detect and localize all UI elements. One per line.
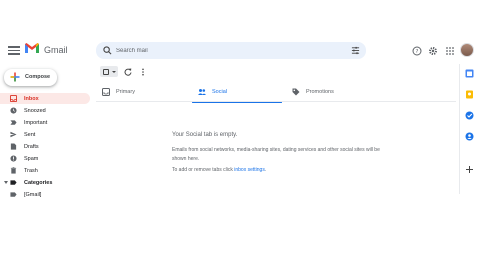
sidebar-item-inbox[interactable]: Inbox [0,93,90,104]
sidebar-item-label: Spam [24,155,39,162]
sidebar-item-drafts[interactable]: Drafts [0,141,90,152]
tab-primary[interactable]: Primary [96,82,186,102]
keep-icon[interactable] [465,90,474,99]
label-icon [10,192,17,197]
label-icon [10,180,17,185]
apps-grid-icon[interactable] [445,46,455,56]
tasks-icon[interactable] [465,111,474,120]
sidebar-item-sent[interactable]: Sent [0,129,90,140]
hint-suffix: . [264,167,267,173]
sidebar-item-label: Inbox [24,95,39,102]
sidebar-item-spam[interactable]: Spam [0,153,90,164]
sidebar-item-label: [Gmail] [24,191,42,198]
search-icon[interactable] [103,46,112,55]
compose-label: Compose [25,74,51,80]
search-options-icon[interactable] [351,46,360,55]
chevron-down-icon [112,70,116,73]
sidebar-item-gmail-label[interactable]: [Gmail] [0,189,90,200]
search-bar[interactable] [96,42,366,59]
contacts-icon[interactable] [465,132,474,141]
people-icon [198,89,206,95]
sidebar-item-snoozed[interactable]: Snoozed [0,105,90,116]
more-options-icon[interactable] [139,68,147,76]
sidebar-item-categories[interactable]: Categories [0,177,90,188]
chevron-down-icon[interactable] [4,181,8,184]
sidebar-item-label: Important [24,119,48,126]
calendar-icon[interactable] [465,69,474,78]
sidebar-item-label: Sent [24,131,36,138]
side-panel-divider [459,64,460,194]
hint-text: To add or remove tabs click [172,167,235,173]
tab-label: Promotions [306,88,334,95]
select-all-checkbox[interactable] [100,66,118,77]
tab-social[interactable]: Social [192,82,282,103]
sidebar-item-label: Snoozed [24,107,46,114]
tab-promotions[interactable]: Promotions [286,82,376,102]
trash-icon [10,167,17,174]
plus-icon [10,72,20,82]
svg-text:?: ? [416,49,419,55]
sidebar-item-label: Drafts [24,143,39,150]
empty-state-hint: To add or remove tabs click inbox settin… [172,167,266,173]
sidebar-item-important[interactable]: Important [0,117,90,128]
inbox-icon [10,95,17,102]
search-input[interactable] [116,42,336,59]
inbox-icon [102,88,110,96]
gmail-logo-icon[interactable] [24,42,40,54]
main-menu-icon[interactable] [8,44,20,56]
tag-icon [292,88,300,96]
checkbox-icon [103,68,109,75]
draft-icon [10,143,17,150]
tab-label: Social [212,88,227,95]
tabs-divider [96,101,456,102]
clock-icon [10,107,17,114]
refresh-icon[interactable] [124,68,132,76]
send-icon [10,131,17,138]
sidebar-item-trash[interactable]: Trash [0,165,90,176]
empty-state-description: Emails from social networks, media-shari… [172,147,380,162]
compose-button[interactable]: Compose [4,69,57,86]
inbox-settings-link[interactable]: inbox settings [234,167,265,173]
top-header: Gmail ? [0,36,480,66]
app-name[interactable]: Gmail [44,45,68,55]
tab-label: Primary [116,88,135,95]
label-important-icon [10,120,17,125]
sidebar-item-label: Categories [24,179,53,186]
spam-icon [10,155,17,162]
account-avatar[interactable] [460,43,474,57]
sidebar-item-label: Trash [24,167,38,174]
add-icon[interactable] [465,165,474,174]
settings-gear-icon[interactable] [428,46,438,56]
empty-state-title: Your Social tab is empty. [172,132,238,138]
help-icon[interactable]: ? [412,46,422,56]
